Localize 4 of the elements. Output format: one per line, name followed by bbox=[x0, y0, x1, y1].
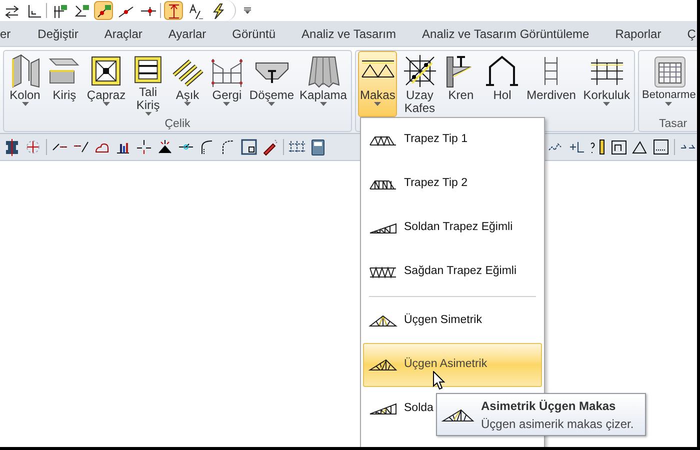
group-label: Çelik bbox=[164, 118, 190, 130]
group-label: Tasar bbox=[659, 118, 688, 130]
tooltip-title: Asimetrik Üçgen Makas bbox=[481, 398, 617, 414]
tooltip-description: Üçgen asimerik makas çizer. bbox=[481, 416, 634, 432]
